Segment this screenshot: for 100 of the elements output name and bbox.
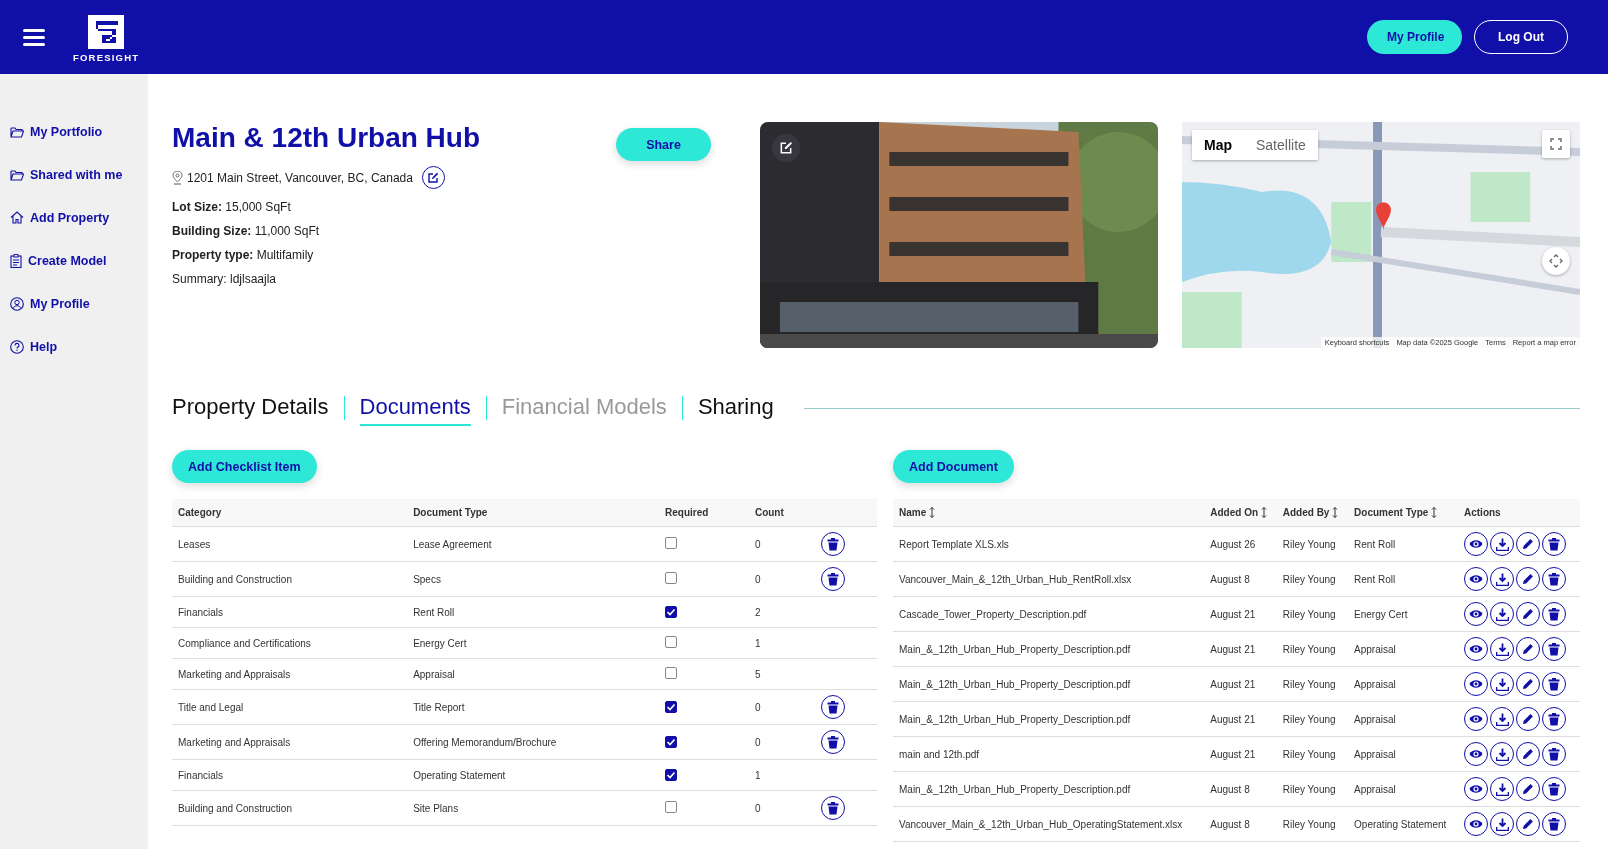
view-button[interactable] (1464, 742, 1488, 766)
checkbox[interactable] (665, 768, 678, 781)
map-type-button[interactable]: Map (1192, 130, 1244, 160)
sidebar-item[interactable]: Create Model (0, 239, 148, 282)
delete-button[interactable] (1542, 637, 1566, 661)
view-button[interactable] (1464, 707, 1488, 731)
table-cell: Main_&_12th_Urban_Hub_Property_Description.pdf (893, 666, 1205, 702)
table-cell: Main_&_12th_Urban_Hub_Property_Description.pdf (893, 701, 1205, 737)
checkbox[interactable] (665, 572, 678, 584)
add-checklist-item-button[interactable]: Add Checklist Item (172, 450, 317, 483)
column-header[interactable]: Actions (1458, 499, 1580, 527)
download-button[interactable] (1490, 707, 1514, 731)
add-document-button[interactable]: Add Document (893, 450, 1014, 483)
download-button[interactable] (1490, 532, 1514, 556)
view-button[interactable] (1464, 812, 1488, 836)
table-cell: Financials (172, 596, 408, 628)
delete-button[interactable] (821, 532, 846, 556)
view-button[interactable] (1464, 672, 1488, 696)
sort-icon[interactable] (1431, 507, 1438, 518)
table-cell: August 8 (1204, 806, 1277, 842)
edit-button[interactable] (421, 166, 445, 189)
table-cell: August 21 (1204, 631, 1277, 667)
checkbox[interactable] (665, 735, 678, 748)
checkbox[interactable] (665, 700, 678, 713)
sidebar-item[interactable]: Help (0, 325, 148, 368)
edit-button[interactable] (1516, 672, 1540, 696)
share-button[interactable]: Share (616, 128, 711, 161)
table-cell: Appraisal (1348, 736, 1458, 772)
edit-button[interactable] (1516, 602, 1540, 626)
checkbox[interactable] (665, 537, 678, 549)
profile-button[interactable]: My Profile (1367, 20, 1462, 54)
table-cell: Title and Legal (172, 689, 408, 725)
table-cell: Specs (407, 561, 660, 597)
table-cell: Marketing and Appraisals (172, 724, 408, 760)
tab[interactable]: Sharing (697, 390, 774, 426)
edit-button[interactable] (1516, 637, 1540, 661)
table-cell: Offering Memorandum/Brochure (407, 724, 660, 760)
download-button[interactable] (1490, 742, 1514, 766)
edit-button[interactable] (1516, 812, 1540, 836)
table-cell: Cascade_Tower_Property_Description.pdf (893, 596, 1205, 632)
sidebar-item[interactable]: Shared with me (0, 153, 148, 196)
download-button[interactable] (1490, 602, 1514, 626)
edit-button[interactable] (1516, 567, 1540, 591)
delete-button[interactable] (1542, 532, 1566, 556)
trash-icon (827, 572, 840, 586)
delete-button[interactable] (1542, 567, 1566, 591)
view-button[interactable] (1464, 602, 1488, 626)
download-button[interactable] (1490, 637, 1514, 661)
download-icon (1495, 537, 1509, 551)
download-button[interactable] (1490, 777, 1514, 801)
view-button[interactable] (1464, 567, 1488, 591)
tab[interactable]: Documents (359, 390, 471, 426)
delete-button[interactable] (1542, 777, 1566, 801)
trash-icon (1548, 607, 1560, 621)
download-icon (1495, 817, 1509, 831)
trash-icon (1548, 817, 1560, 831)
view-button[interactable] (1464, 532, 1488, 556)
download-button[interactable] (1490, 812, 1514, 836)
delete-button[interactable] (1542, 672, 1566, 696)
pencil-icon (1522, 643, 1534, 655)
eye-icon (1469, 714, 1483, 724)
column-header[interactable]: Added By (1276, 499, 1349, 527)
fullscreen-button[interactable] (1542, 130, 1570, 158)
download-button[interactable] (1490, 672, 1514, 696)
edit-button[interactable] (1516, 777, 1540, 801)
table-cell: Title Report (407, 689, 660, 725)
sort-icon[interactable] (929, 507, 936, 518)
map-type-button[interactable]: Satellite (1244, 130, 1318, 160)
table-cell: Operating Statement (407, 759, 660, 791)
column-header[interactable]: Name (893, 499, 1205, 527)
edit-button[interactable] (1516, 707, 1540, 731)
delete-button[interactable] (1542, 707, 1566, 731)
table-cell: Main_&_12th_Urban_Hub_Property_Description.pdf (893, 771, 1205, 807)
sort-icon[interactable] (1332, 507, 1339, 518)
checkbox[interactable] (665, 667, 678, 679)
delete-button[interactable] (821, 730, 846, 754)
delete-button[interactable] (1542, 812, 1566, 836)
delete-button[interactable] (1542, 742, 1566, 766)
tab[interactable]: Property Details (172, 390, 329, 426)
checkbox[interactable] (665, 801, 678, 813)
clipboard-icon (10, 253, 22, 268)
edit-button[interactable] (1516, 532, 1540, 556)
sidebar-item[interactable]: Add Property (0, 196, 148, 239)
sort-icon[interactable] (1261, 507, 1268, 518)
checkbox[interactable] (665, 636, 678, 648)
checkbox[interactable] (665, 605, 678, 618)
sidebar-item[interactable]: My Profile (0, 282, 148, 325)
sidebar-item[interactable]: My Portfolio (0, 110, 148, 153)
delete-button[interactable] (821, 695, 846, 719)
delete-button[interactable] (821, 796, 846, 820)
delete-button[interactable] (1542, 602, 1566, 626)
edit-button[interactable] (1516, 742, 1540, 766)
delete-button[interactable] (821, 567, 846, 591)
view-button[interactable] (1464, 777, 1488, 801)
download-button[interactable] (1490, 567, 1514, 591)
column-header[interactable]: Added On (1204, 499, 1277, 527)
menu-icon[interactable] (23, 28, 45, 46)
view-button[interactable] (1464, 637, 1488, 661)
table-cell: Main_&_12th_Urban_Hub_Property_Description.pdf (893, 631, 1205, 667)
column-header[interactable]: Document Type (1348, 499, 1458, 527)
